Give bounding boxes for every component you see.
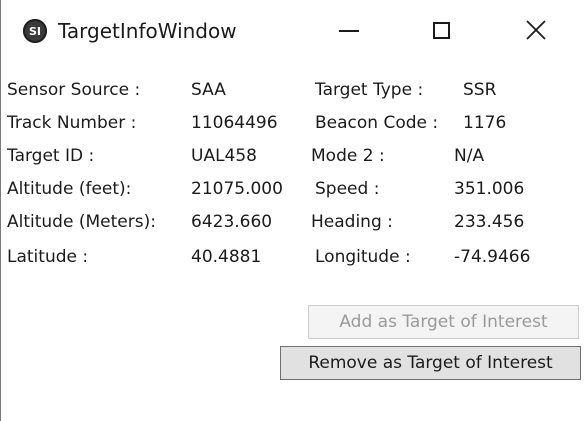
target-app-icon: SI [23,19,47,43]
sensor-source-label: Sensor Source : [7,80,141,100]
target-id-value: UAL458 [191,146,257,166]
beacon-code-value: 1176 [463,113,507,133]
altitude-meters-label: Altitude (Meters): [7,212,156,232]
track-number-value: 11064496 [191,113,278,133]
maximize-icon [432,21,450,39]
target-info-window: SI TargetInfoWindow Sensor Source : SAA … [0,0,585,421]
mode-2-label: Mode 2 : [311,146,385,166]
longitude-value: -74.9466 [454,247,531,267]
latitude-value: 40.4881 [191,247,262,267]
minimize-icon [339,30,359,32]
speed-label: Speed : [315,179,380,199]
close-button[interactable] [487,0,585,60]
target-id-label: Target ID : [7,146,95,166]
heading-value: 233.456 [454,212,525,232]
heading-label: Heading : [311,212,393,232]
longitude-label: Longitude : [315,247,411,267]
latitude-label: Latitude : [7,247,89,267]
altitude-feet-value: 21075.000 [191,179,283,199]
altitude-feet-label: Altitude (feet): [7,179,132,199]
window-title: TargetInfoWindow [58,19,237,43]
track-number-label: Track Number : [7,113,137,133]
close-icon [526,20,546,40]
target-info-panel: Sensor Source : SAA Target Type : SSR Tr… [1,60,585,421]
remove-target-of-interest-button[interactable]: Remove as Target of Interest [280,346,581,380]
sensor-source-value: SAA [191,80,226,100]
maximize-button[interactable] [395,0,487,60]
target-type-label: Target Type : [315,80,424,100]
mode-2-value: N/A [454,146,485,166]
altitude-meters-value: 6423.660 [191,212,273,232]
minimize-button[interactable] [303,0,395,60]
add-target-of-interest-button[interactable]: Add as Target of Interest [308,305,579,339]
title-bar[interactable]: SI TargetInfoWindow [1,0,585,60]
speed-value: 351.006 [454,179,525,199]
target-type-value: SSR [463,80,497,100]
beacon-code-label: Beacon Code : [315,113,439,133]
